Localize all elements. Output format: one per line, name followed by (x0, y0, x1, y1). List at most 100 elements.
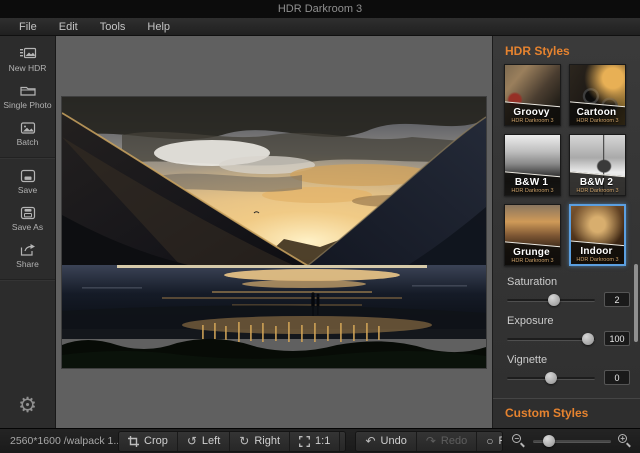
undo-icon: ↶ (365, 435, 375, 447)
vignette-slider-block: Vignette 0 (507, 354, 640, 385)
style-thumb-name: Cartoon (570, 107, 623, 118)
slider-handle[interactable] (548, 294, 560, 306)
menu-file[interactable]: File (10, 20, 46, 34)
sidebar-group-output: Save Save As Share (0, 158, 55, 280)
style-thumb-name: Indoor (571, 246, 622, 257)
custom-styles-header[interactable]: Custom Styles (493, 398, 640, 428)
redo-button[interactable]: ↷ Redo (416, 432, 476, 451)
batch-icon (19, 121, 37, 135)
settings-button[interactable]: ⚙ (0, 388, 55, 428)
zoom-slider-handle[interactable] (543, 435, 555, 447)
sidebar-item-label: Save (18, 185, 37, 195)
zoom-slider[interactable] (533, 435, 611, 447)
vignette-value[interactable]: 0 (604, 370, 630, 385)
redo-icon: ↷ (426, 435, 436, 447)
sidebar-item-new-hdr[interactable]: New HDR (0, 42, 55, 79)
panel-scrollbar[interactable] (634, 264, 638, 342)
history-button-group: ↶ Undo ↷ Redo ○ Reset All (355, 431, 503, 452)
crop-button-label: Crop (144, 435, 168, 447)
undo-button[interactable]: ↶ Undo (356, 432, 415, 451)
menubar: File Edit Tools Help (0, 18, 640, 36)
rotate-left-label: Left (202, 435, 220, 447)
sidebar-item-label: Save As (12, 222, 43, 232)
exposure-slider[interactable] (507, 333, 595, 345)
compare-button[interactable]: Compare (339, 432, 346, 451)
redo-button-label: Redo (441, 435, 467, 447)
style-thumb-watermark: HDR Darkroom 3 (505, 118, 560, 124)
vignette-label: Vignette (507, 354, 640, 366)
saturation-slider-block: Saturation 2 (507, 276, 640, 307)
zoom-out-button[interactable]: − (512, 434, 526, 448)
saturation-label: Saturation (507, 276, 640, 288)
style-thumb-indoor[interactable]: Indoor HDR Darkroom 3 (569, 204, 626, 266)
sidebar-item-label: Single Photo (3, 100, 51, 110)
adjustment-sliders: Saturation 2 Exposure (493, 266, 640, 393)
menu-help[interactable]: Help (138, 20, 179, 34)
sidebar-item-batch[interactable]: Batch (0, 116, 55, 153)
status-bar: 2560*1600 /walpack 1... Crop ↺ Left ↻ Ri… (0, 428, 640, 453)
reset-all-button[interactable]: ○ Reset All (476, 432, 503, 451)
fjord-sunset-photo (62, 97, 486, 368)
rotate-left-icon: ↺ (187, 435, 197, 447)
window-title: HDR Darkroom 3 (278, 3, 362, 15)
vignette-slider[interactable] (507, 372, 595, 384)
exposure-value[interactable]: 100 (604, 331, 630, 346)
zoom-in-button[interactable]: + (618, 434, 632, 448)
sidebar-item-share[interactable]: Share (0, 238, 55, 275)
sidebar-item-label: Share (16, 259, 39, 269)
single-photo-icon (19, 84, 37, 98)
style-thumb-watermark: HDR Darkroom 3 (570, 118, 625, 124)
sidebar-group-create: New HDR Single Photo Batch (0, 36, 55, 158)
style-thumb-name: B&W 2 (570, 177, 623, 188)
crop-icon (128, 436, 139, 447)
one-to-one-label: 1:1 (315, 435, 330, 447)
sidebar: New HDR Single Photo Batch (0, 36, 56, 428)
titlebar[interactable]: HDR Darkroom 3 (0, 0, 640, 18)
slider-handle[interactable] (545, 372, 557, 384)
sidebar-item-single-photo[interactable]: Single Photo (0, 79, 55, 116)
menu-edit[interactable]: Edit (50, 20, 87, 34)
style-thumb-bw2[interactable]: B&W 2 HDR Darkroom 3 (569, 134, 626, 196)
style-thumb-cartoon[interactable]: Cartoon HDR Darkroom 3 (569, 64, 626, 126)
one-to-one-button[interactable]: 1:1 (289, 432, 339, 451)
photo-preview (62, 97, 486, 368)
menu-tools[interactable]: Tools (91, 20, 135, 34)
save-as-icon (19, 206, 37, 220)
style-thumb-grunge[interactable]: Grunge HDR Darkroom 3 (504, 204, 561, 266)
sidebar-item-save-as[interactable]: Save As (0, 201, 55, 238)
save-icon (19, 169, 37, 183)
sidebar-item-label: Batch (17, 137, 39, 147)
sidebar-item-save[interactable]: Save (0, 164, 55, 201)
canvas-area[interactable] (56, 36, 492, 428)
undo-button-label: Undo (381, 435, 407, 447)
zoom-controls: − + (512, 434, 632, 448)
rotate-right-button[interactable]: ↻ Right (229, 432, 289, 451)
rotate-left-button[interactable]: ↺ Left (177, 432, 229, 451)
rotate-right-label: Right (254, 435, 280, 447)
saturation-slider[interactable] (507, 294, 595, 306)
style-thumb-name: Grunge (505, 247, 558, 258)
slider-handle[interactable] (582, 333, 594, 345)
style-thumbnail-grid: Groovy HDR Darkroom 3 Cartoon HDR Darkro… (493, 64, 640, 266)
hdr-styles-header: HDR Styles (493, 36, 640, 64)
reset-icon: ○ (486, 435, 493, 447)
style-thumb-name: Groovy (505, 107, 558, 118)
exposure-slider-block: Exposure 100 (507, 315, 640, 346)
rotate-right-icon: ↻ (239, 435, 249, 447)
style-thumb-groovy[interactable]: Groovy HDR Darkroom 3 (504, 64, 561, 126)
app-window: HDR Darkroom 3 File Edit Tools Help New … (0, 0, 640, 453)
gear-icon: ⚙ (18, 396, 37, 416)
sidebar-item-label: New HDR (9, 63, 47, 73)
style-thumb-name: B&W 1 (505, 177, 558, 188)
style-thumb-watermark: HDR Darkroom 3 (570, 188, 625, 194)
image-info-text: 2560*1600 /walpack 1... (10, 435, 118, 447)
style-thumb-watermark: HDR Darkroom 3 (571, 257, 624, 263)
exposure-label: Exposure (507, 315, 640, 327)
share-icon (19, 243, 37, 257)
edit-button-group: Crop ↺ Left ↻ Right 1:1 Compare (118, 431, 346, 452)
main-body: New HDR Single Photo Batch (0, 36, 640, 428)
style-thumb-bw1[interactable]: B&W 1 HDR Darkroom 3 (504, 134, 561, 196)
crop-button[interactable]: Crop (119, 432, 177, 451)
style-thumb-watermark: HDR Darkroom 3 (505, 258, 560, 264)
saturation-value[interactable]: 2 (604, 292, 630, 307)
